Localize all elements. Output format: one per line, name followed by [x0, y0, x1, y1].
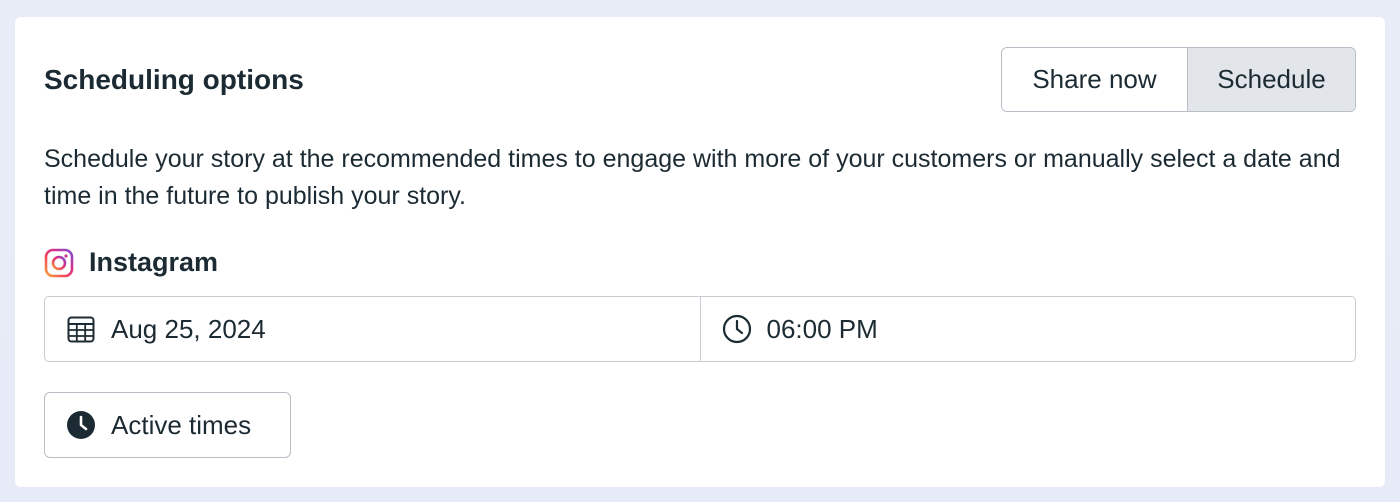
date-value: Aug 25, 2024	[111, 313, 266, 344]
section-description: Schedule your story at the recommended t…	[44, 145, 1341, 210]
clock-filled-icon	[65, 409, 97, 441]
scheduling-options-card: Scheduling options Share now Schedule Sc…	[15, 17, 1385, 487]
time-field[interactable]: 06:00 PM	[699, 297, 1356, 361]
clock-icon	[721, 313, 753, 345]
platform-header: Instagram	[44, 247, 218, 278]
platform-name: Instagram	[89, 247, 219, 277]
time-value: 06:00 PM	[766, 313, 878, 344]
date-field[interactable]: Aug 25, 2024	[45, 297, 700, 361]
calendar-icon	[65, 313, 97, 345]
schedule-button[interactable]: Schedule	[1187, 48, 1355, 111]
active-times-button[interactable]: Active times	[44, 392, 291, 458]
instagram-icon	[44, 248, 74, 278]
active-times-label: Active times	[111, 409, 252, 440]
share-mode-toggle: Share now Schedule	[1001, 47, 1356, 112]
section-title: Scheduling options	[44, 64, 304, 95]
share-now-button[interactable]: Share now	[1002, 48, 1187, 111]
schedule-datetime-picker: Aug 25, 2024 06:00 PM	[44, 296, 1356, 362]
